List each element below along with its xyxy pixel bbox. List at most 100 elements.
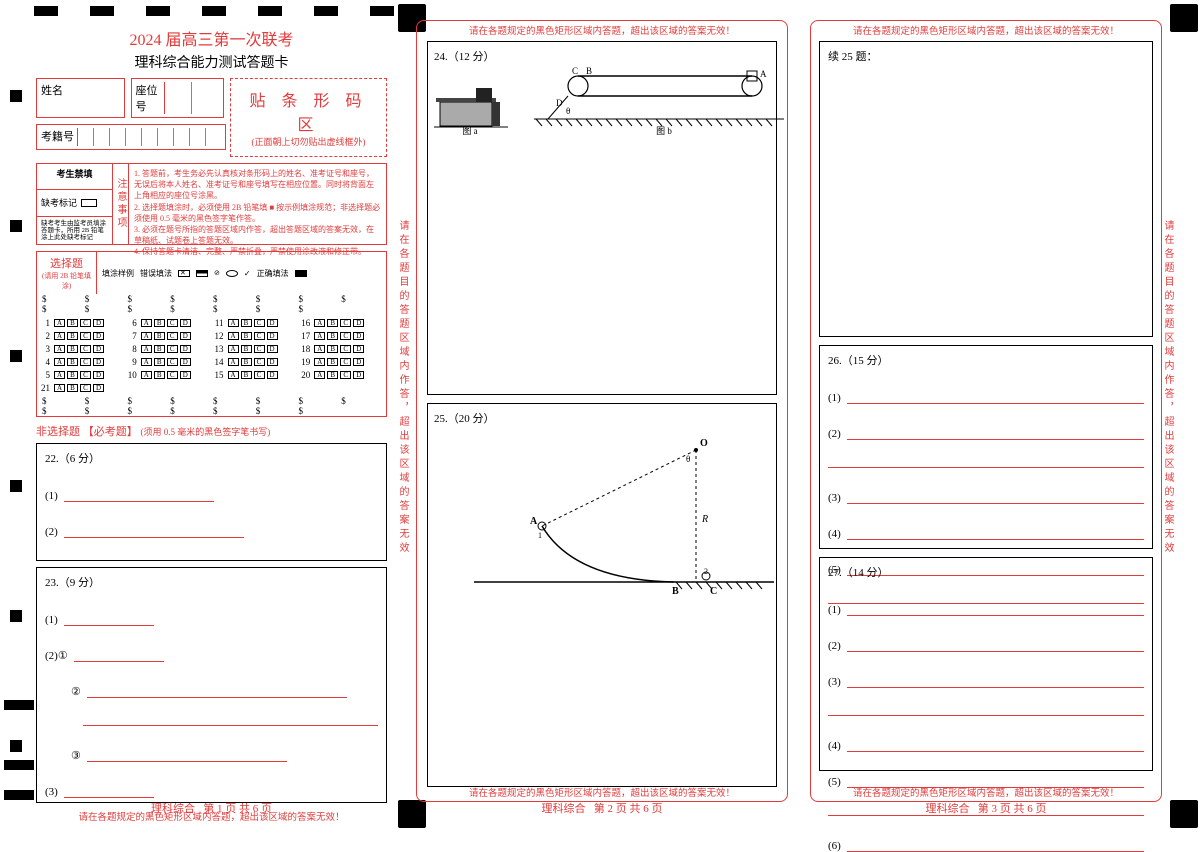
warning-text: 请在各题规定的黑色矩形区域内答题，超出该区域的答案无效！: [417, 23, 787, 37]
q25c-label: 续 25 题：: [828, 48, 1144, 64]
align-mark: [34, 6, 58, 16]
q25-diagram: O θ R A 1 B 2 C: [434, 432, 794, 602]
mc-row-4[interactable]: 4ABCD: [39, 355, 124, 368]
q23-item-2a: (2)①: [45, 649, 68, 662]
mc-row-9[interactable]: 9ABCD: [126, 355, 211, 368]
q23-item-3: (3): [45, 786, 58, 798]
mc-row-19[interactable]: 19ABCD: [299, 355, 384, 368]
side-warning: 请在各题目的答题区域内作答，超出该区域的答案无效: [1160, 220, 1175, 640]
svg-text:B: B: [586, 66, 592, 76]
svg-text:O: O: [700, 438, 708, 449]
column-2: 请在各题规定的黑色矩形区域内答题，超出该区域的答案无效！ 24.（12 分） 图…: [416, 20, 788, 810]
question-25[interactable]: 25.（20 分） O θ R A 1 B 2 C: [427, 403, 777, 787]
align-mark: [10, 740, 22, 752]
svg-text:θ: θ: [686, 454, 690, 464]
align-mark: [10, 220, 22, 232]
q23-item-2c: ③: [71, 749, 81, 762]
mc-row-3[interactable]: 3ABCD: [39, 342, 124, 355]
question-23[interactable]: 23.（9 分） (1) (2)① ② ③ (3): [36, 567, 387, 803]
multiple-choice-panel: 选择题(请用 2B 铅笔填涂) 填涂样例 错误填法 ⊘✓ 正确填法 $ $ $ …: [36, 251, 387, 417]
barcode-area[interactable]: 贴 条 形 码 区 (正面朝上切勿贴出虚线框外): [230, 78, 387, 157]
svg-text:图 a: 图 a: [462, 126, 477, 136]
align-mark: [258, 6, 282, 16]
align-mark: [10, 350, 22, 362]
q23-number: 23.（9 分）: [45, 574, 378, 590]
fill-demo: 填涂样例 错误填法 ⊘✓ 正确填法: [97, 252, 386, 294]
mc-row-18[interactable]: 18ABCD: [299, 342, 384, 355]
forbid-title: 考生禁填: [37, 164, 112, 190]
mc-row-17[interactable]: 17ABCD: [299, 329, 384, 342]
mc-row-12[interactable]: 12ABCD: [213, 329, 298, 342]
svg-text:D: D: [556, 98, 563, 108]
align-mark: [370, 6, 394, 16]
absent-label: 缺考标记: [41, 196, 77, 209]
instructions-text: 1. 答题前，考生务必先认真核对条形码上的姓名、准考证号和座号，无误后将本人姓名…: [129, 164, 386, 244]
mc-row-1[interactable]: 1ABCD: [39, 316, 124, 329]
q24-number: 24.（12 分）: [434, 48, 770, 64]
mc-row-8[interactable]: 8ABCD: [126, 342, 211, 355]
seat-field[interactable]: 座位号: [131, 78, 224, 118]
mc-row-6[interactable]: 6ABCD: [126, 316, 211, 329]
mc-title: 选择题: [50, 258, 83, 270]
question-24[interactable]: 24.（12 分） 图 a A: [427, 41, 777, 395]
q25-number: 25.（20 分）: [434, 410, 770, 426]
question-22[interactable]: 22.（6 分） (1) (2): [36, 443, 387, 561]
name-field[interactable]: 姓名: [36, 78, 125, 118]
svg-text:A: A: [530, 516, 538, 527]
svg-text:R: R: [701, 514, 708, 525]
svg-text:A: A: [760, 69, 767, 79]
barcode-note: (正面朝上切勿贴出虚线框外): [235, 135, 382, 148]
q26-number: 26.（15 分）: [828, 352, 1144, 368]
mc-row-20[interactable]: 20ABCD: [299, 368, 384, 381]
question-26[interactable]: 26.（15 分） (1) (2) (3) (4) (5): [819, 345, 1153, 549]
exam-subtitle: 理科综合能力测试答题卡: [34, 52, 389, 72]
svg-text:B: B: [672, 586, 679, 597]
align-mark: [90, 6, 114, 16]
align-mark: [4, 700, 34, 710]
warning-text: 请在各题规定的黑色矩形区域内答题，超出该区域的答案无效！: [811, 23, 1161, 37]
mc-row-13[interactable]: 13ABCD: [213, 342, 298, 355]
svg-text:2: 2: [704, 567, 708, 576]
mc-row-15[interactable]: 15ABCD: [213, 368, 298, 381]
question-27[interactable]: 27.（14 分） (1) (2) (3) (4) (5) (6): [819, 557, 1153, 771]
corner-mark: [1170, 800, 1198, 828]
align-mark: [10, 610, 22, 622]
column-3: 请在各题规定的黑色矩形区域内答题，超出该区域的答案无效！ 续 25 题： 26.…: [810, 20, 1162, 810]
mc-row-11[interactable]: 11ABCD: [213, 316, 298, 329]
svg-text:C: C: [572, 66, 578, 76]
svg-text:1: 1: [538, 531, 542, 540]
dollar-row: $ $ $ $ $ $ $ $ $ $ $ $ $ $ $: [37, 294, 386, 314]
side-warning: 请在各题目的答题区域内作答，超出该区域的答案无效: [395, 220, 410, 640]
svg-text:图 b: 图 b: [656, 126, 672, 136]
q22-item-2: (2): [45, 526, 58, 538]
svg-text:θ: θ: [566, 106, 570, 116]
mc-row-2[interactable]: 2ABCD: [39, 329, 124, 342]
footer-subject: 理科综合: [151, 803, 195, 815]
question-25-continued[interactable]: 续 25 题：: [819, 41, 1153, 337]
q23-item-2b: ②: [71, 685, 81, 698]
dollar-row: $ $ $ $ $ $ $ $ $ $ $ $ $ $ $: [37, 396, 386, 416]
align-mark: [202, 6, 226, 16]
warning-text: 请在各题规定的黑色矩形区域内答题，超出该区域的答案无效！: [417, 785, 787, 799]
examid-field[interactable]: 考籍号: [36, 124, 226, 150]
mc-row-7[interactable]: 7ABCD: [126, 329, 211, 342]
barcode-title: 贴 条 形 码 区: [235, 87, 382, 135]
instructions-panel: 考生禁填 缺考标记 缺考考生由监考员填涂答题卡，所用 2B 铅笔涂上此处缺考标记…: [36, 163, 387, 245]
absent-note: 缺考考生由监考员填涂答题卡，所用 2B 铅笔涂上此处缺考标记: [37, 217, 112, 244]
mc-row-16[interactable]: 16ABCD: [299, 316, 384, 329]
frq-header: 非选择题 【必考题】 (须用 0.5 毫米的黑色签字笔书写): [36, 423, 387, 439]
q22-item-1: (1): [45, 490, 58, 502]
absent-bubble[interactable]: [81, 199, 97, 207]
warning-text: 请在各题规定的黑色矩形区域内答题，超出该区域的答案无效！: [811, 785, 1161, 799]
exam-title: 2024 届高三第一次联考: [34, 26, 389, 50]
mc-row-14[interactable]: 14ABCD: [213, 355, 298, 368]
corner-mark: [1170, 4, 1198, 32]
instructions-title: 注意事项: [113, 164, 129, 244]
q24-diagram: 图 a A C B θ D: [434, 64, 794, 136]
align-mark: [146, 6, 170, 16]
q22-number: 22.（6 分）: [45, 450, 378, 466]
align-mark: [314, 6, 338, 16]
mc-row-21[interactable]: 21ABCD: [39, 381, 124, 394]
mc-row-10[interactable]: 10ABCD: [126, 368, 211, 381]
mc-row-5[interactable]: 5ABCD: [39, 368, 124, 381]
